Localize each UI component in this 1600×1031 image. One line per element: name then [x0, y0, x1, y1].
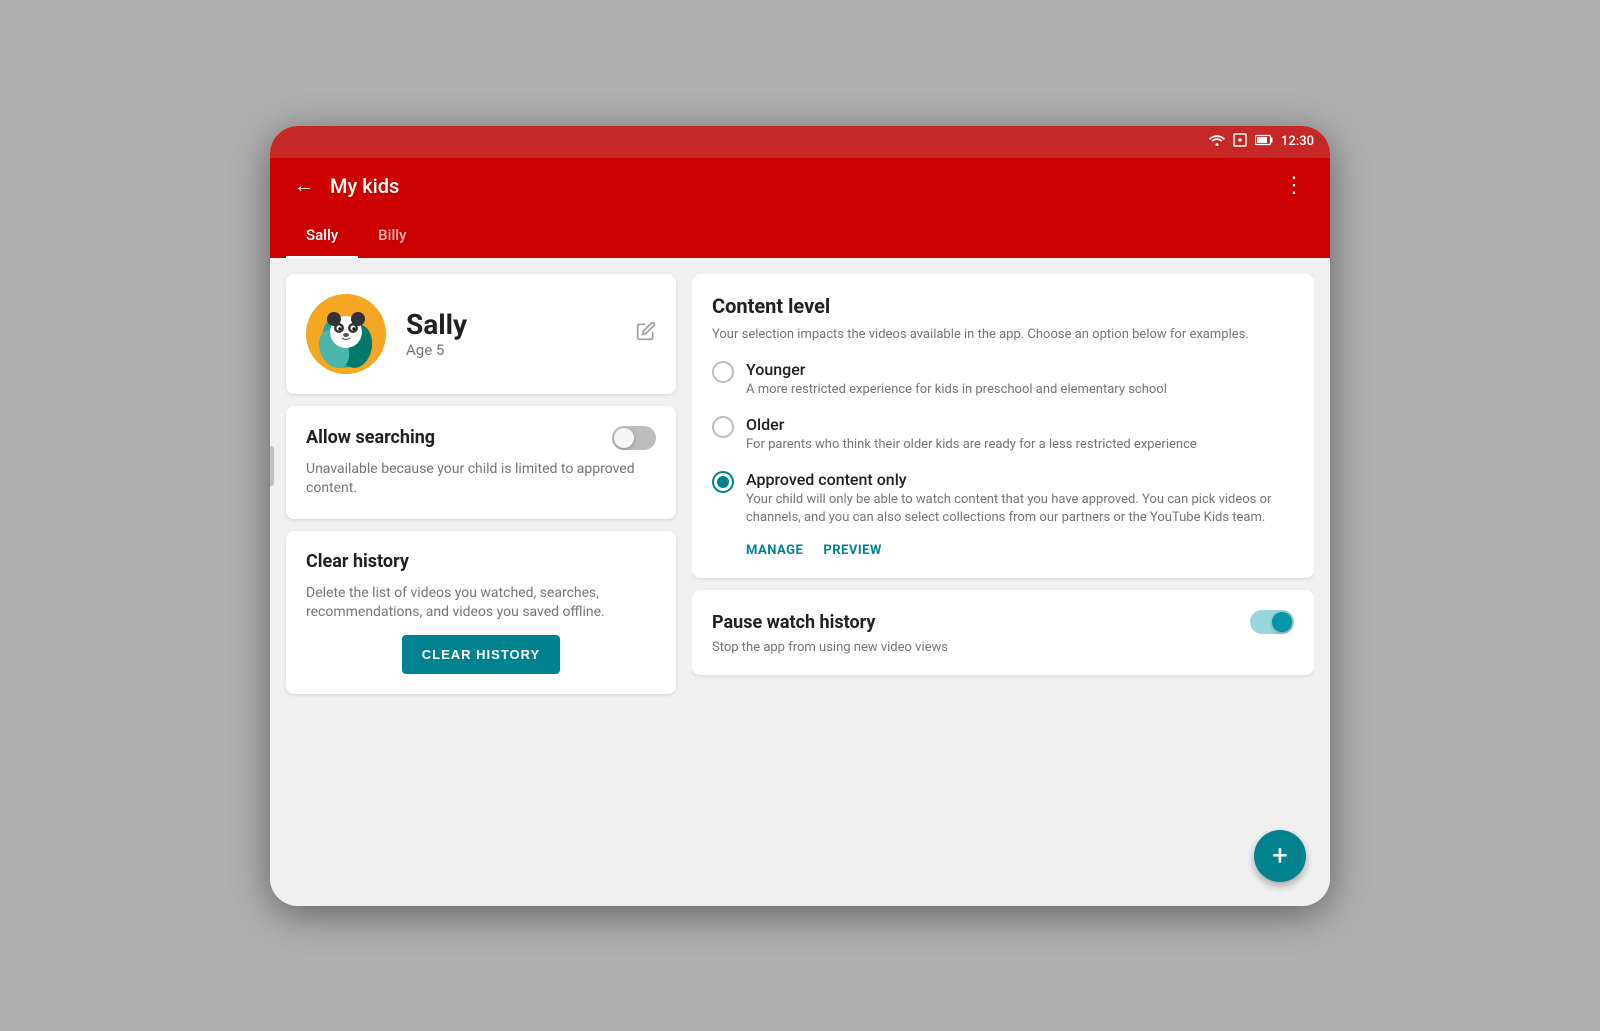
radio-older[interactable]	[712, 416, 734, 438]
avatar	[306, 294, 386, 374]
toolbar-title: My kids	[330, 174, 1275, 198]
radio-option-approved: Approved content only Your child will on…	[712, 470, 1294, 527]
allow-searching-header: Allow searching	[306, 426, 656, 450]
clear-history-button[interactable]: CLEAR HISTORY	[402, 635, 560, 674]
tab-billy[interactable]: Billy	[358, 214, 426, 259]
toggle-knob	[614, 428, 634, 448]
pause-card-header: Pause watch history	[712, 610, 1294, 634]
pause-watch-desc: Stop the app from using new video views	[712, 640, 1294, 655]
content-area: Sally Age 5 Allow searching	[270, 258, 1330, 906]
radio-older-desc: For parents who think their older kids a…	[746, 436, 1197, 454]
right-column: Content level Your selection impacts the…	[692, 274, 1314, 890]
radio-older-content: Older For parents who think their older …	[746, 415, 1197, 454]
radio-approved-content: Approved content only Your child will on…	[746, 470, 1294, 527]
wifi-icon	[1209, 134, 1225, 150]
radio-approved-label: Approved content only	[746, 470, 1294, 489]
side-button	[270, 446, 274, 486]
battery-saver-icon	[1233, 133, 1247, 151]
content-level-card: Content level Your selection impacts the…	[692, 274, 1314, 579]
back-button[interactable]: ←	[286, 165, 322, 206]
profile-age: Age 5	[406, 341, 616, 359]
profile-name: Sally	[406, 308, 616, 341]
pause-watch-title: Pause watch history	[712, 612, 875, 633]
battery-icon	[1255, 134, 1273, 150]
tab-sally[interactable]: Sally	[286, 214, 358, 259]
fab-button[interactable]: +	[1254, 830, 1306, 882]
toolbar: ← My kids ⋮	[270, 158, 1330, 214]
pause-toggle-knob	[1272, 612, 1292, 632]
profile-card: Sally Age 5	[286, 274, 676, 394]
pause-watch-history-card: Pause watch history Stop the app from us…	[692, 590, 1314, 675]
content-level-title: Content level	[712, 294, 1294, 318]
manage-button[interactable]: MANAGE	[746, 543, 803, 558]
status-bar: 12:30	[270, 126, 1330, 158]
profile-info: Sally Age 5	[406, 308, 616, 359]
radio-younger-desc: A more restricted experience for kids in…	[746, 381, 1167, 399]
status-time: 12:30	[1281, 134, 1314, 149]
clear-history-title: Clear history	[306, 551, 656, 572]
more-menu-button[interactable]: ⋮	[1275, 165, 1314, 206]
allow-searching-title: Allow searching	[306, 427, 435, 448]
radio-older-label: Older	[746, 415, 1197, 434]
tabs-bar: Sally Billy	[270, 214, 1330, 258]
radio-option-older: Older For parents who think their older …	[712, 415, 1294, 454]
radio-option-younger: Younger A more restricted experience for…	[712, 360, 1294, 399]
pause-watch-toggle[interactable]	[1250, 610, 1294, 634]
allow-searching-card: Allow searching Unavailable because your…	[286, 406, 676, 519]
clear-history-desc: Delete the list of videos you watched, s…	[306, 584, 656, 623]
content-level-desc: Your selection impacts the videos availa…	[712, 326, 1294, 344]
allow-searching-toggle[interactable]	[612, 426, 656, 450]
panda-avatar-svg	[306, 294, 386, 374]
edit-profile-button[interactable]	[636, 321, 656, 346]
allow-searching-desc: Unavailable because your child is limite…	[306, 460, 656, 499]
clear-history-card: Clear history Delete the list of videos …	[286, 531, 676, 694]
radio-younger-label: Younger	[746, 360, 1167, 379]
radio-younger[interactable]	[712, 361, 734, 383]
radio-approved-desc: Your child will only be able to watch co…	[746, 491, 1294, 527]
radio-approved[interactable]	[712, 471, 734, 493]
approved-actions: MANAGE PREVIEW	[712, 543, 1294, 558]
radio-younger-content: Younger A more restricted experience for…	[746, 360, 1167, 399]
left-column: Sally Age 5 Allow searching	[286, 274, 676, 890]
preview-button[interactable]: PREVIEW	[823, 543, 882, 558]
tablet-frame: 12:30 ← My kids ⋮ Sally Billy	[270, 126, 1330, 906]
